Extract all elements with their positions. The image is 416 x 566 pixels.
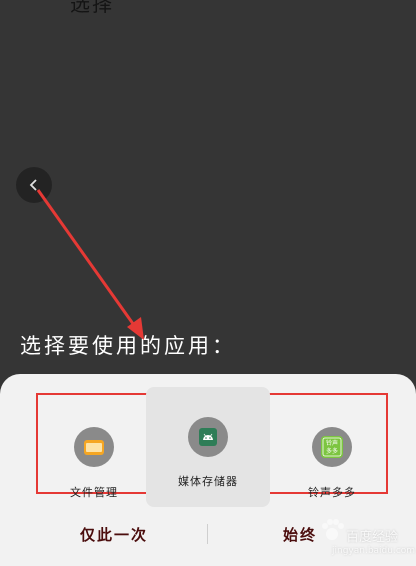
divider — [207, 524, 208, 544]
back-button[interactable] — [16, 167, 52, 203]
app-file-manager[interactable]: 文件管理 — [36, 407, 152, 511]
ringtone-icon-text: 多多 — [326, 447, 338, 455]
app-label: 铃声多多 — [308, 486, 356, 499]
watermark-text: 百度经验 — [346, 530, 399, 545]
chevron-left-icon — [29, 179, 37, 191]
android-icon — [188, 417, 228, 457]
app-list-highlight: 文件管理 媒体存储器 铃声 多多 铃声多多 — [36, 387, 388, 507]
watermark-url: jingyan.baidu.com — [332, 546, 416, 556]
app-label: 媒体存储器 — [178, 475, 238, 488]
paw-icon — [322, 519, 344, 540]
app-label: 文件管理 — [70, 486, 118, 499]
watermark: 百度经验 jingyan.baidu.com — [316, 512, 416, 562]
folder-icon — [74, 427, 114, 467]
app-media-storage[interactable]: 媒体存储器 — [146, 387, 270, 507]
app-ringtone[interactable]: 铃声 多多 铃声多多 — [274, 407, 390, 511]
partial-top-text: 选择 — [70, 0, 114, 16]
ringtone-icon-text: 铃声 — [326, 439, 338, 447]
ringtone-app-icon: 铃声 多多 — [312, 427, 352, 467]
chooser-title: 选择要使用的应用： — [20, 334, 236, 358]
just-once-button[interactable]: 仅此一次 — [74, 524, 154, 545]
